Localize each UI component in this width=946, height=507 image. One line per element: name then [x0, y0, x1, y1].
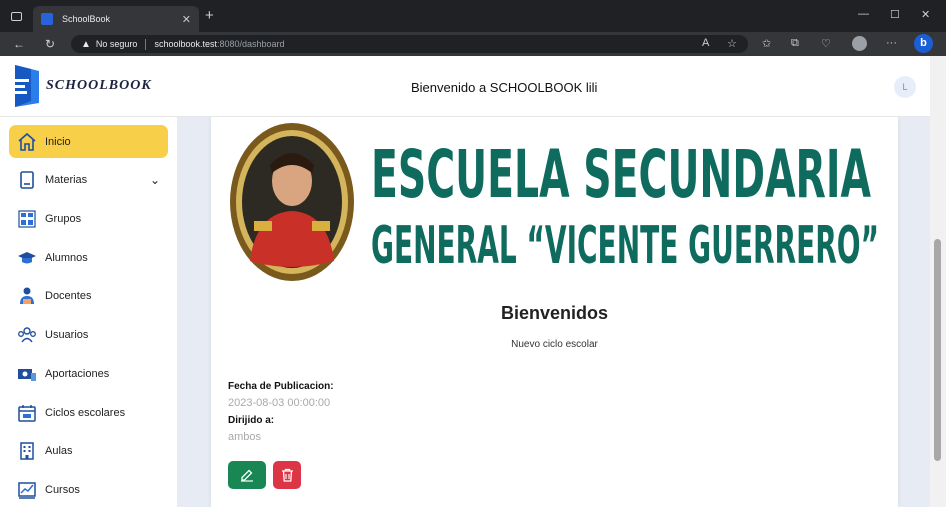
- read-aloud-icon[interactable]: A: [702, 37, 709, 49]
- sidebar-item-label: Aulas: [45, 444, 73, 457]
- main-content: ESCUELA SECUNDARIA GENERAL “VICENTE GUER…: [177, 117, 930, 507]
- building-icon: [20, 441, 34, 460]
- collections-icon[interactable]: ⧉: [791, 37, 799, 50]
- sidebar: Inicio Materias ⌄ Grupos Alumnos Docente…: [0, 117, 177, 507]
- security-label[interactable]: No seguro: [96, 39, 138, 49]
- sidebar-item-label: Inicio: [45, 135, 71, 148]
- sidebar-item-ciclos-escolares[interactable]: Ciclos escolares: [9, 396, 168, 429]
- address-bar[interactable]: ▲ No seguro schoolbook.test :8080/dashbo…: [71, 35, 748, 53]
- tab-actions-icon[interactable]: [11, 12, 22, 21]
- sidebar-item-label: Usuarios: [45, 328, 89, 341]
- sidebar-item-label: Grupos: [45, 212, 82, 225]
- delete-button[interactable]: [273, 461, 301, 489]
- sidebar-item-grupos[interactable]: Grupos: [9, 202, 168, 235]
- chevron-down-icon[interactable]: ⌄: [150, 173, 160, 187]
- sidebar-item-docentes[interactable]: Docentes: [9, 279, 168, 312]
- favicon-icon: [41, 13, 53, 25]
- post-card: ESCUELA SECUNDARIA GENERAL “VICENTE GUER…: [211, 117, 898, 507]
- sidebar-item-label: Ciclos escolares: [45, 406, 126, 419]
- bing-icon[interactable]: b: [914, 34, 933, 53]
- trash-icon: [281, 468, 293, 482]
- page-scrollbar[interactable]: [930, 56, 946, 507]
- sidebar-item-alumnos[interactable]: Alumnos: [9, 241, 168, 274]
- separator: [145, 38, 147, 50]
- back-icon[interactable]: ←: [13, 37, 25, 51]
- user-avatar[interactable]: L: [894, 76, 916, 98]
- sidebar-item-inicio[interactable]: Inicio: [9, 125, 168, 158]
- chart-icon: [18, 481, 36, 499]
- add-favorite-icon[interactable]: ☆: [727, 37, 737, 50]
- sidebar-item-label: Aportaciones: [45, 367, 110, 380]
- scrollbar-thumb[interactable]: [934, 239, 941, 461]
- sidebar-item-aulas[interactable]: Aulas: [9, 434, 168, 467]
- more-icon[interactable]: ···: [886, 37, 897, 49]
- reload-icon[interactable]: ↻: [45, 37, 55, 51]
- school-banner: ESCUELA SECUNDARIA GENERAL “VICENTE GUER…: [230, 123, 879, 281]
- browser-tab[interactable]: SchoolBook ✕: [33, 6, 199, 32]
- favorites-icon[interactable]: ✩: [762, 37, 771, 50]
- edit-icon: [241, 469, 253, 482]
- sidebar-item-materias[interactable]: Materias ⌄: [9, 163, 168, 196]
- sidebar-item-label: Alumnos: [45, 251, 88, 264]
- date-value: 2023-08-03 00:00:00: [228, 397, 331, 409]
- warning-icon[interactable]: ▲: [81, 39, 91, 50]
- app: SCHOOLBOOK Bienvenido a SCHOOLBOOK lili …: [0, 56, 946, 507]
- url-host: schoolbook.test: [154, 39, 217, 49]
- edit-button[interactable]: [228, 461, 266, 489]
- sidebar-item-label: Cursos: [45, 483, 80, 496]
- audience-value: ambos: [228, 431, 262, 443]
- date-label: Fecha de Publicacion:: [228, 381, 334, 392]
- sidebar-item-cursos[interactable]: Cursos: [9, 473, 168, 506]
- teacher-icon: [20, 287, 34, 304]
- graduation-cap-icon: [18, 251, 36, 263]
- sidebar-item-usuarios[interactable]: Usuarios: [9, 318, 168, 351]
- new-tab-icon[interactable]: +: [205, 8, 214, 23]
- home-icon: [18, 132, 36, 151]
- calendar-icon: [18, 404, 36, 422]
- welcome-text: Bienvenido a SCHOOLBOOK lili: [411, 80, 598, 95]
- tab-title: SchoolBook: [62, 14, 111, 24]
- banner-line1: ESCUELA SECUNDARIA: [371, 136, 871, 213]
- profile-icon[interactable]: [852, 36, 867, 51]
- banner-line2: GENERAL “VICENTE GUERRERO”: [371, 216, 879, 276]
- sidebar-item-label: Docentes: [45, 289, 92, 302]
- users-icon: [18, 326, 36, 342]
- money-icon: [18, 368, 36, 381]
- sidebar-item-label: Materias: [45, 173, 88, 186]
- app-header: SCHOOLBOOK Bienvenido a SCHOOLBOOK lili …: [0, 56, 930, 117]
- close-tab-icon[interactable]: ✕: [182, 13, 191, 26]
- logo-icon: [13, 65, 39, 107]
- browser-tab-strip: SchoolBook ✕ + — ☐ ✕: [0, 0, 946, 32]
- sidebar-item-aportaciones[interactable]: Aportaciones: [9, 357, 168, 390]
- url-path: :8080/dashboard: [216, 39, 285, 49]
- book-icon: [20, 170, 34, 189]
- post-title: Bienvenidos: [500, 303, 609, 323]
- minimize-icon[interactable]: —: [858, 8, 869, 20]
- address-bar-row: ← ↻ ▲ No seguro schoolbook.test :8080/da…: [0, 32, 946, 56]
- audience-label: Dirijido a:: [228, 415, 275, 426]
- brand-name[interactable]: SCHOOLBOOK: [46, 78, 152, 94]
- health-icon[interactable]: ♡: [821, 37, 831, 50]
- post-subtitle: Nuevo ciclo escolar: [511, 339, 598, 350]
- close-window-icon[interactable]: ✕: [921, 8, 930, 21]
- maximize-icon[interactable]: ☐: [890, 8, 900, 21]
- groups-icon: [18, 209, 36, 228]
